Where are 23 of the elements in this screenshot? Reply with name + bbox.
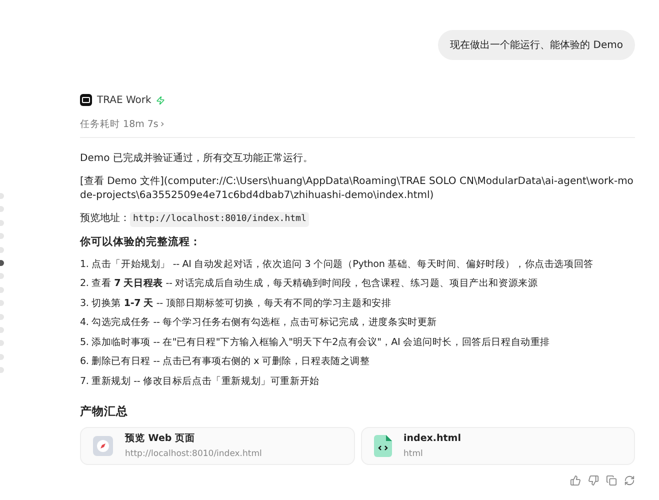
section-heading: 你可以体验的完整流程： [80,234,202,250]
step-item: 5. 添加临时事项 -- 在"已有日程"下方输入框输入"明天下午2点有会议"，AI 会追问时长，回答后日程自动重排 [80,336,552,350]
step-item: 7. 重新规划 -- 修改目标后点击「重新规划」可重新开始 [80,374,320,389]
preview-label: 预览地址： [80,212,130,226]
artifact-subtitle: html [404,448,424,460]
step-item: 6. 删除已有日程 -- 点击已有事项右侧的 x 可删除，日程表随之调整 [80,355,371,370]
artifact-card[interactable]: 预览 Web 页面 http://localhost:8010/index.html [80,427,354,466]
message-paragraph: [查看 Demo 文件](computer://C:\Users\huang\AppData\Roaming\TRAE SOLO CN\ModularData\ai-agent\work-mode-projects\6a3552509e4e71c6bd4dbab7\zhihuashi-demo\index.html) [80,174,634,203]
artifact-subtitle: http://localhost:8010/index.html [125,448,262,460]
preview-url: http://localhost:8010/index.html [130,212,310,227]
task-duration[interactable]: 任务耗时 18m 7s [80,118,158,131]
step-item: 1. 点击「开始规划」 -- AI 自动发起对话，依次追问 3 个问题（Python 基础、每天时间、偏好时段），你点击选项回答 [80,258,594,272]
artifact-title: 预览 Web 页面 [125,432,196,446]
user-message: 现在做出一个能运行、能体验的 Demo [438,30,635,60]
artifact-card[interactable]: index.html html [360,427,635,466]
chevron-icon[interactable]: › [160,119,164,130]
section-heading: 产物汇总 [80,402,129,420]
step-item: 4. 勾选完成任务 -- 每个学习任务右侧有勾选框，点击可标记完成，进度条实时更新 [80,316,438,330]
artifact-title: index.html [404,432,461,446]
agent-name: TRAE Work [97,94,152,106]
message-paragraph: Demo 已完成并验证通过，所有交互功能正常运行。 [80,152,314,166]
step-item: 3. 切换第 1-7 天 -- 顶部日期标签可切换，每天有不同的学习主题和安排 [80,296,392,311]
step-item: 2. 查看 7 天日程表 -- 对话完成后自动生成，每天精确到时间段，包含课程、练习题、项目产出和资源来源 [80,277,539,292]
